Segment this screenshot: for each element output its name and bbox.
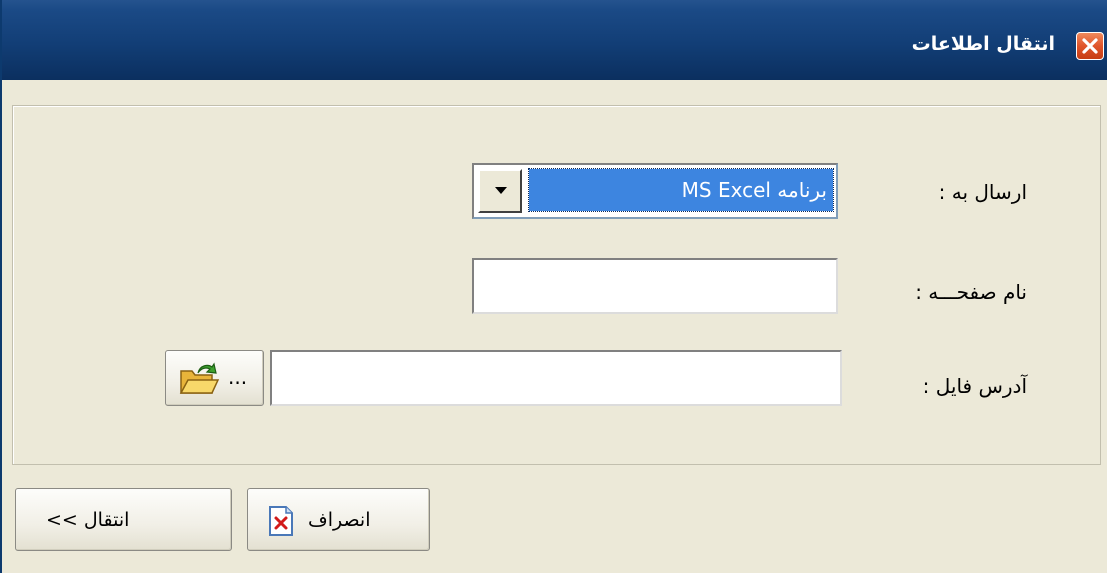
- export-dialog: انتقال اطلاعات ارسال به : برنامه MS Exce…: [0, 0, 1107, 573]
- browse-button[interactable]: ...: [165, 350, 264, 406]
- transfer-button[interactable]: انتقال >>: [15, 488, 232, 551]
- page-name-label: نام صفحـــه :: [915, 280, 1027, 304]
- transfer-label: انتقال >>: [46, 509, 130, 531]
- browse-label: ...: [228, 365, 248, 389]
- send-to-label: ارسال به :: [938, 180, 1027, 204]
- folder-open-icon: [179, 362, 220, 394]
- cancel-button[interactable]: انصراف: [247, 488, 430, 551]
- close-icon: [1082, 38, 1098, 54]
- file-address-label: آدرس فایل :: [922, 374, 1027, 398]
- page-name-input[interactable]: [472, 258, 838, 314]
- cancel-label: انصراف: [308, 509, 371, 531]
- send-to-selected-value: برنامه MS Excel: [528, 168, 834, 212]
- file-address-input[interactable]: [270, 350, 842, 406]
- close-button[interactable]: [1076, 32, 1104, 60]
- window-title: انتقال اطلاعات: [911, 33, 1055, 55]
- document-cancel-icon: [269, 506, 293, 536]
- title-bar[interactable]: انتقال اطلاعات: [2, 0, 1107, 80]
- send-to-select[interactable]: برنامه MS Excel: [472, 163, 838, 219]
- dropdown-button[interactable]: [478, 169, 522, 213]
- chevron-down-icon: [495, 187, 507, 194]
